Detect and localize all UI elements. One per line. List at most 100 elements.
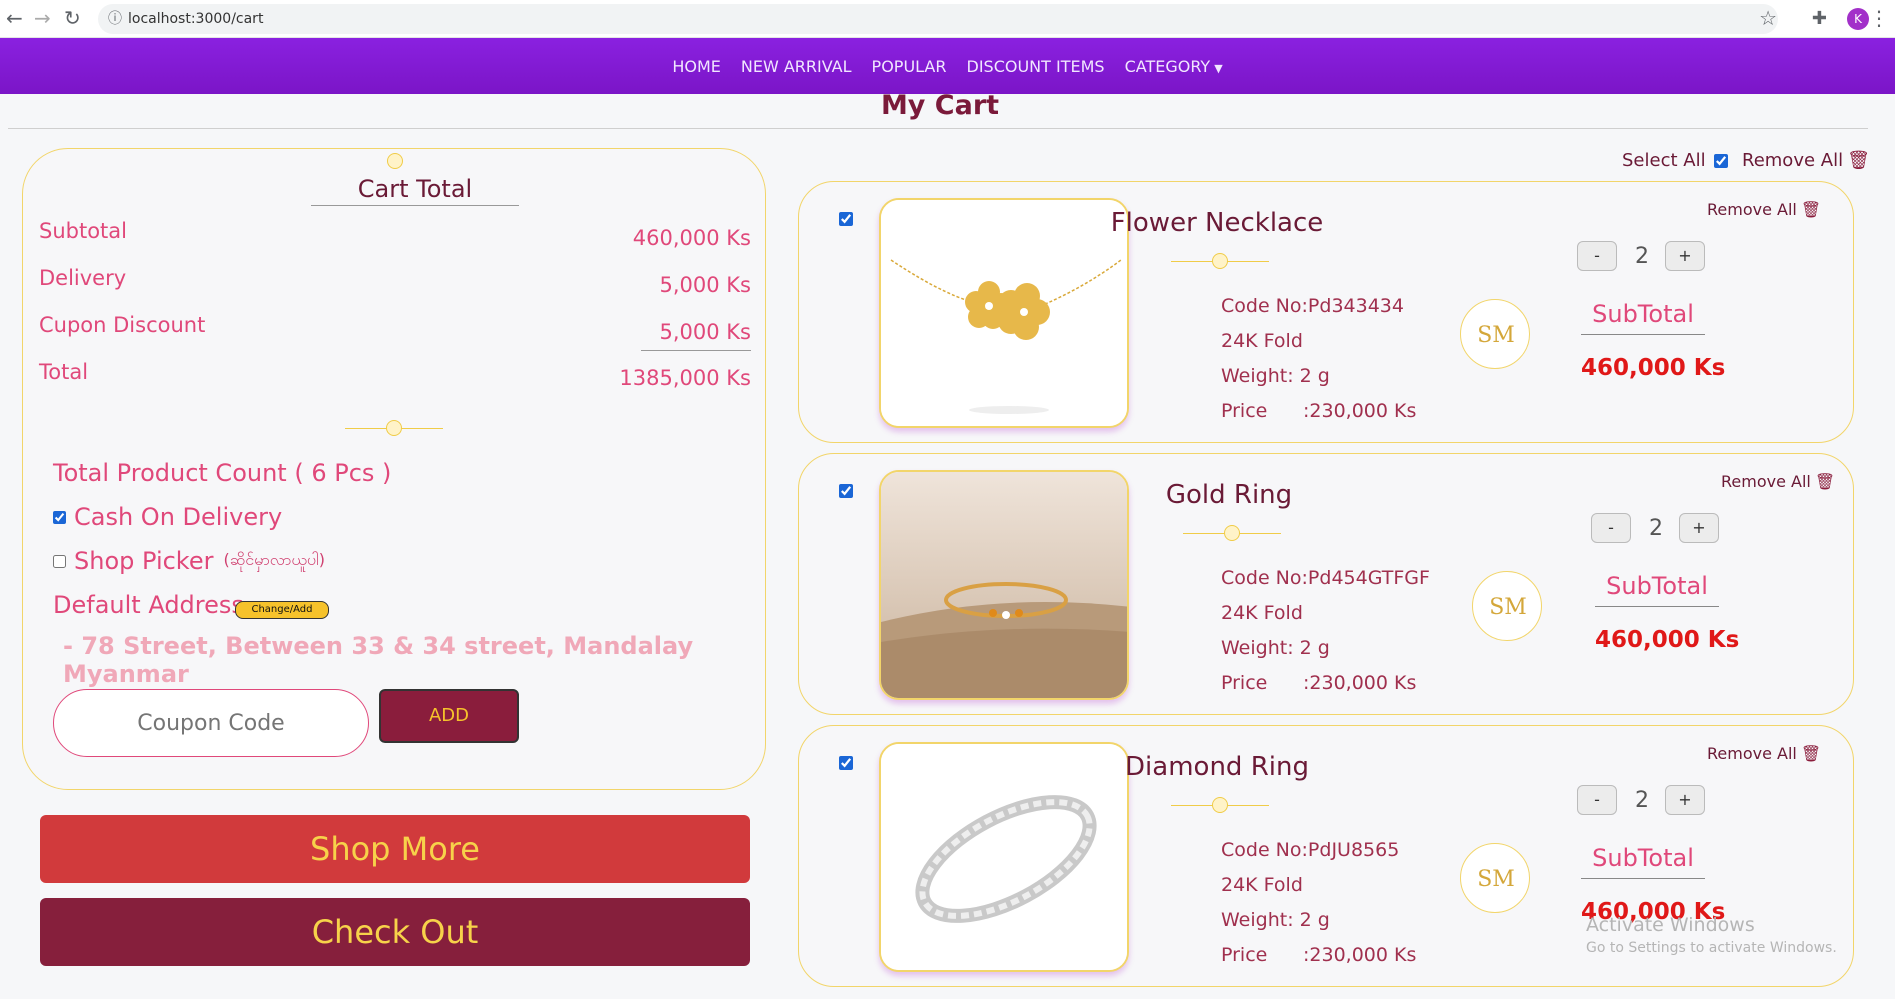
shop-picker-option[interactable]: Shop Picker (ဆိုင်မှာလာယူပါ) bbox=[53, 547, 325, 575]
brand-monogram-icon: SM bbox=[1489, 595, 1527, 620]
total-value: 1385,000 Ks bbox=[619, 366, 751, 390]
cash-on-delivery-label: Cash On Delivery bbox=[74, 503, 283, 531]
increase-qty-button[interactable]: + bbox=[1665, 241, 1705, 271]
page-title: My Cart bbox=[880, 90, 1000, 121]
nav-category-dropdown[interactable]: CATEGORY ▼ bbox=[1125, 57, 1223, 76]
trash-icon: 🗑 bbox=[1814, 472, 1836, 491]
cash-on-delivery-option[interactable]: Cash On Delivery bbox=[53, 503, 282, 531]
watermark-line-2: Go to Settings to activate Windows. bbox=[1586, 940, 1837, 956]
info-icon[interactable]: ⓘ bbox=[108, 8, 122, 28]
reload-icon[interactable]: ↻ bbox=[64, 6, 81, 30]
bookmark-star-icon[interactable]: ☆ bbox=[1759, 6, 1777, 30]
shop-picker-checkbox[interactable] bbox=[53, 554, 66, 568]
check-out-button[interactable]: Check Out bbox=[40, 898, 750, 966]
coupon-discount-value: 5,000 Ks bbox=[659, 320, 751, 344]
remove-item-button[interactable]: Remove All 🗑 bbox=[1721, 472, 1835, 491]
url-text: localhost:3000/cart bbox=[128, 11, 264, 27]
item-select-checkbox[interactable] bbox=[839, 212, 853, 226]
address-bar[interactable]: ⓘ localhost:3000/cart bbox=[98, 4, 1778, 34]
remove-item-label: Remove All bbox=[1707, 200, 1797, 219]
trash-icon: 🗑 bbox=[1800, 200, 1822, 219]
total-divider bbox=[641, 350, 751, 351]
product-price: :230,000 Ks bbox=[1303, 672, 1417, 694]
product-fold: 24K Fold bbox=[1221, 602, 1303, 624]
brand-logo-badge: SM bbox=[1460, 299, 1530, 369]
nav-popular-link[interactable]: POPULAR bbox=[872, 57, 947, 76]
product-fold: 24K Fold bbox=[1221, 874, 1303, 896]
product-price: :230,000 Ks bbox=[1303, 944, 1417, 966]
gold-ornament-icon bbox=[1212, 253, 1228, 269]
product-weight: Weight: 2 g bbox=[1221, 637, 1330, 659]
product-price: :230,000 Ks bbox=[1303, 400, 1417, 422]
product-count-text: Total Product Count ( 6 Pcs ) bbox=[53, 459, 392, 487]
product-price-label: Price bbox=[1221, 944, 1268, 966]
coupon-code-input[interactable] bbox=[53, 689, 369, 757]
decrease-qty-button[interactable]: - bbox=[1591, 513, 1631, 543]
subtotal-label: SubTotal bbox=[1581, 300, 1705, 335]
nav-new-arrival-link[interactable]: NEW ARRIVAL bbox=[741, 57, 852, 76]
main-navbar: HOME NEW ARRIVAL POPULAR DISCOUNT ITEMS … bbox=[0, 38, 1895, 94]
back-icon[interactable]: ← bbox=[6, 6, 23, 30]
shop-more-button[interactable]: Shop More bbox=[40, 815, 750, 883]
change-address-button[interactable]: Change/Add bbox=[235, 601, 329, 619]
subtotal-label: Subtotal bbox=[39, 219, 127, 243]
product-price-label: Price bbox=[1221, 400, 1268, 422]
watermark-line-1: Activate Windows bbox=[1586, 914, 1755, 936]
svg-text:SM: SM bbox=[1489, 595, 1527, 620]
shop-picker-note: (ဆိုင်မှာလာယူပါ) bbox=[223, 550, 326, 569]
item-subtotal-value: 460,000 Ks bbox=[1581, 355, 1726, 381]
coupon-discount-label: Cupon Discount bbox=[39, 313, 206, 337]
remove-item-label: Remove All bbox=[1721, 472, 1811, 491]
profile-avatar[interactable]: K bbox=[1847, 8, 1869, 30]
quantity-value: 2 bbox=[1635, 788, 1649, 813]
total-label: Total bbox=[39, 360, 89, 384]
item-select-checkbox[interactable] bbox=[839, 756, 853, 770]
select-all-checkbox[interactable] bbox=[1713, 153, 1728, 168]
remove-all-label: Remove All bbox=[1742, 150, 1844, 171]
nav-discount-items-link[interactable]: DISCOUNT ITEMS bbox=[967, 57, 1105, 76]
increase-qty-button[interactable]: + bbox=[1665, 785, 1705, 815]
cart-item-card: Flower Necklace Code No:Pd343434 24K Fol… bbox=[798, 181, 1854, 443]
delivery-value: 5,000 Ks bbox=[659, 273, 751, 297]
brand-monogram-icon: SM bbox=[1477, 867, 1515, 892]
browser-menu-icon[interactable]: ⋮ bbox=[1869, 6, 1889, 30]
cart-total-heading: Cart Total bbox=[311, 175, 519, 206]
gold-ornament-icon bbox=[1212, 797, 1228, 813]
remove-item-button[interactable]: Remove All 🗑 bbox=[1707, 200, 1821, 219]
product-code: Code No:Pd454GTFGF bbox=[1221, 567, 1430, 589]
product-name: Flower Necklace bbox=[1110, 208, 1324, 238]
gold-ornament-icon bbox=[386, 420, 402, 436]
subtotal-label: SubTotal bbox=[1595, 572, 1719, 607]
browser-toolbar: ← → ↻ ⓘ localhost:3000/cart ☆ ✚ K ⋮ bbox=[0, 0, 1895, 38]
remove-all-button[interactable]: Remove All 🗑 bbox=[1742, 150, 1870, 171]
brand-logo-badge: SM bbox=[1472, 571, 1542, 641]
subtotal-label: SubTotal bbox=[1581, 844, 1705, 879]
product-code: Code No:PdJU8565 bbox=[1221, 839, 1400, 861]
nav-category-label: CATEGORY bbox=[1124, 56, 1211, 76]
add-coupon-button[interactable]: ADD bbox=[379, 689, 519, 743]
windows-activation-watermark: Activate Windows Go to Settings to activ… bbox=[1586, 914, 1837, 956]
brand-logo-badge: SM bbox=[1460, 843, 1530, 913]
product-weight: Weight: 2 g bbox=[1221, 365, 1330, 387]
increase-qty-button[interactable]: + bbox=[1679, 513, 1719, 543]
product-code: Code No:Pd343434 bbox=[1221, 295, 1404, 317]
remove-item-button[interactable]: Remove All 🗑 bbox=[1707, 744, 1821, 763]
shop-picker-label: Shop Picker bbox=[74, 547, 214, 575]
decrease-qty-button[interactable]: - bbox=[1577, 785, 1617, 815]
gold-ornament-icon bbox=[1224, 525, 1240, 541]
quantity-value: 2 bbox=[1649, 516, 1663, 541]
cash-on-delivery-checkbox[interactable] bbox=[53, 510, 66, 524]
default-address-label: Default Address bbox=[53, 591, 244, 619]
gold-ornament-icon bbox=[387, 153, 403, 169]
product-price-label: Price bbox=[1221, 672, 1268, 694]
delivery-label: Delivery bbox=[39, 266, 127, 290]
product-weight: Weight: 2 g bbox=[1221, 909, 1330, 931]
forward-icon[interactable]: → bbox=[34, 6, 51, 30]
trash-icon: 🗑 bbox=[1800, 744, 1822, 763]
select-all-control[interactable]: Select All bbox=[1622, 150, 1728, 171]
nav-home-link[interactable]: HOME bbox=[672, 57, 721, 76]
subtotal-value: 460,000 Ks bbox=[632, 226, 751, 250]
extensions-puzzle-icon[interactable]: ✚ bbox=[1812, 8, 1827, 29]
item-select-checkbox[interactable] bbox=[839, 484, 853, 498]
decrease-qty-button[interactable]: - bbox=[1577, 241, 1617, 271]
